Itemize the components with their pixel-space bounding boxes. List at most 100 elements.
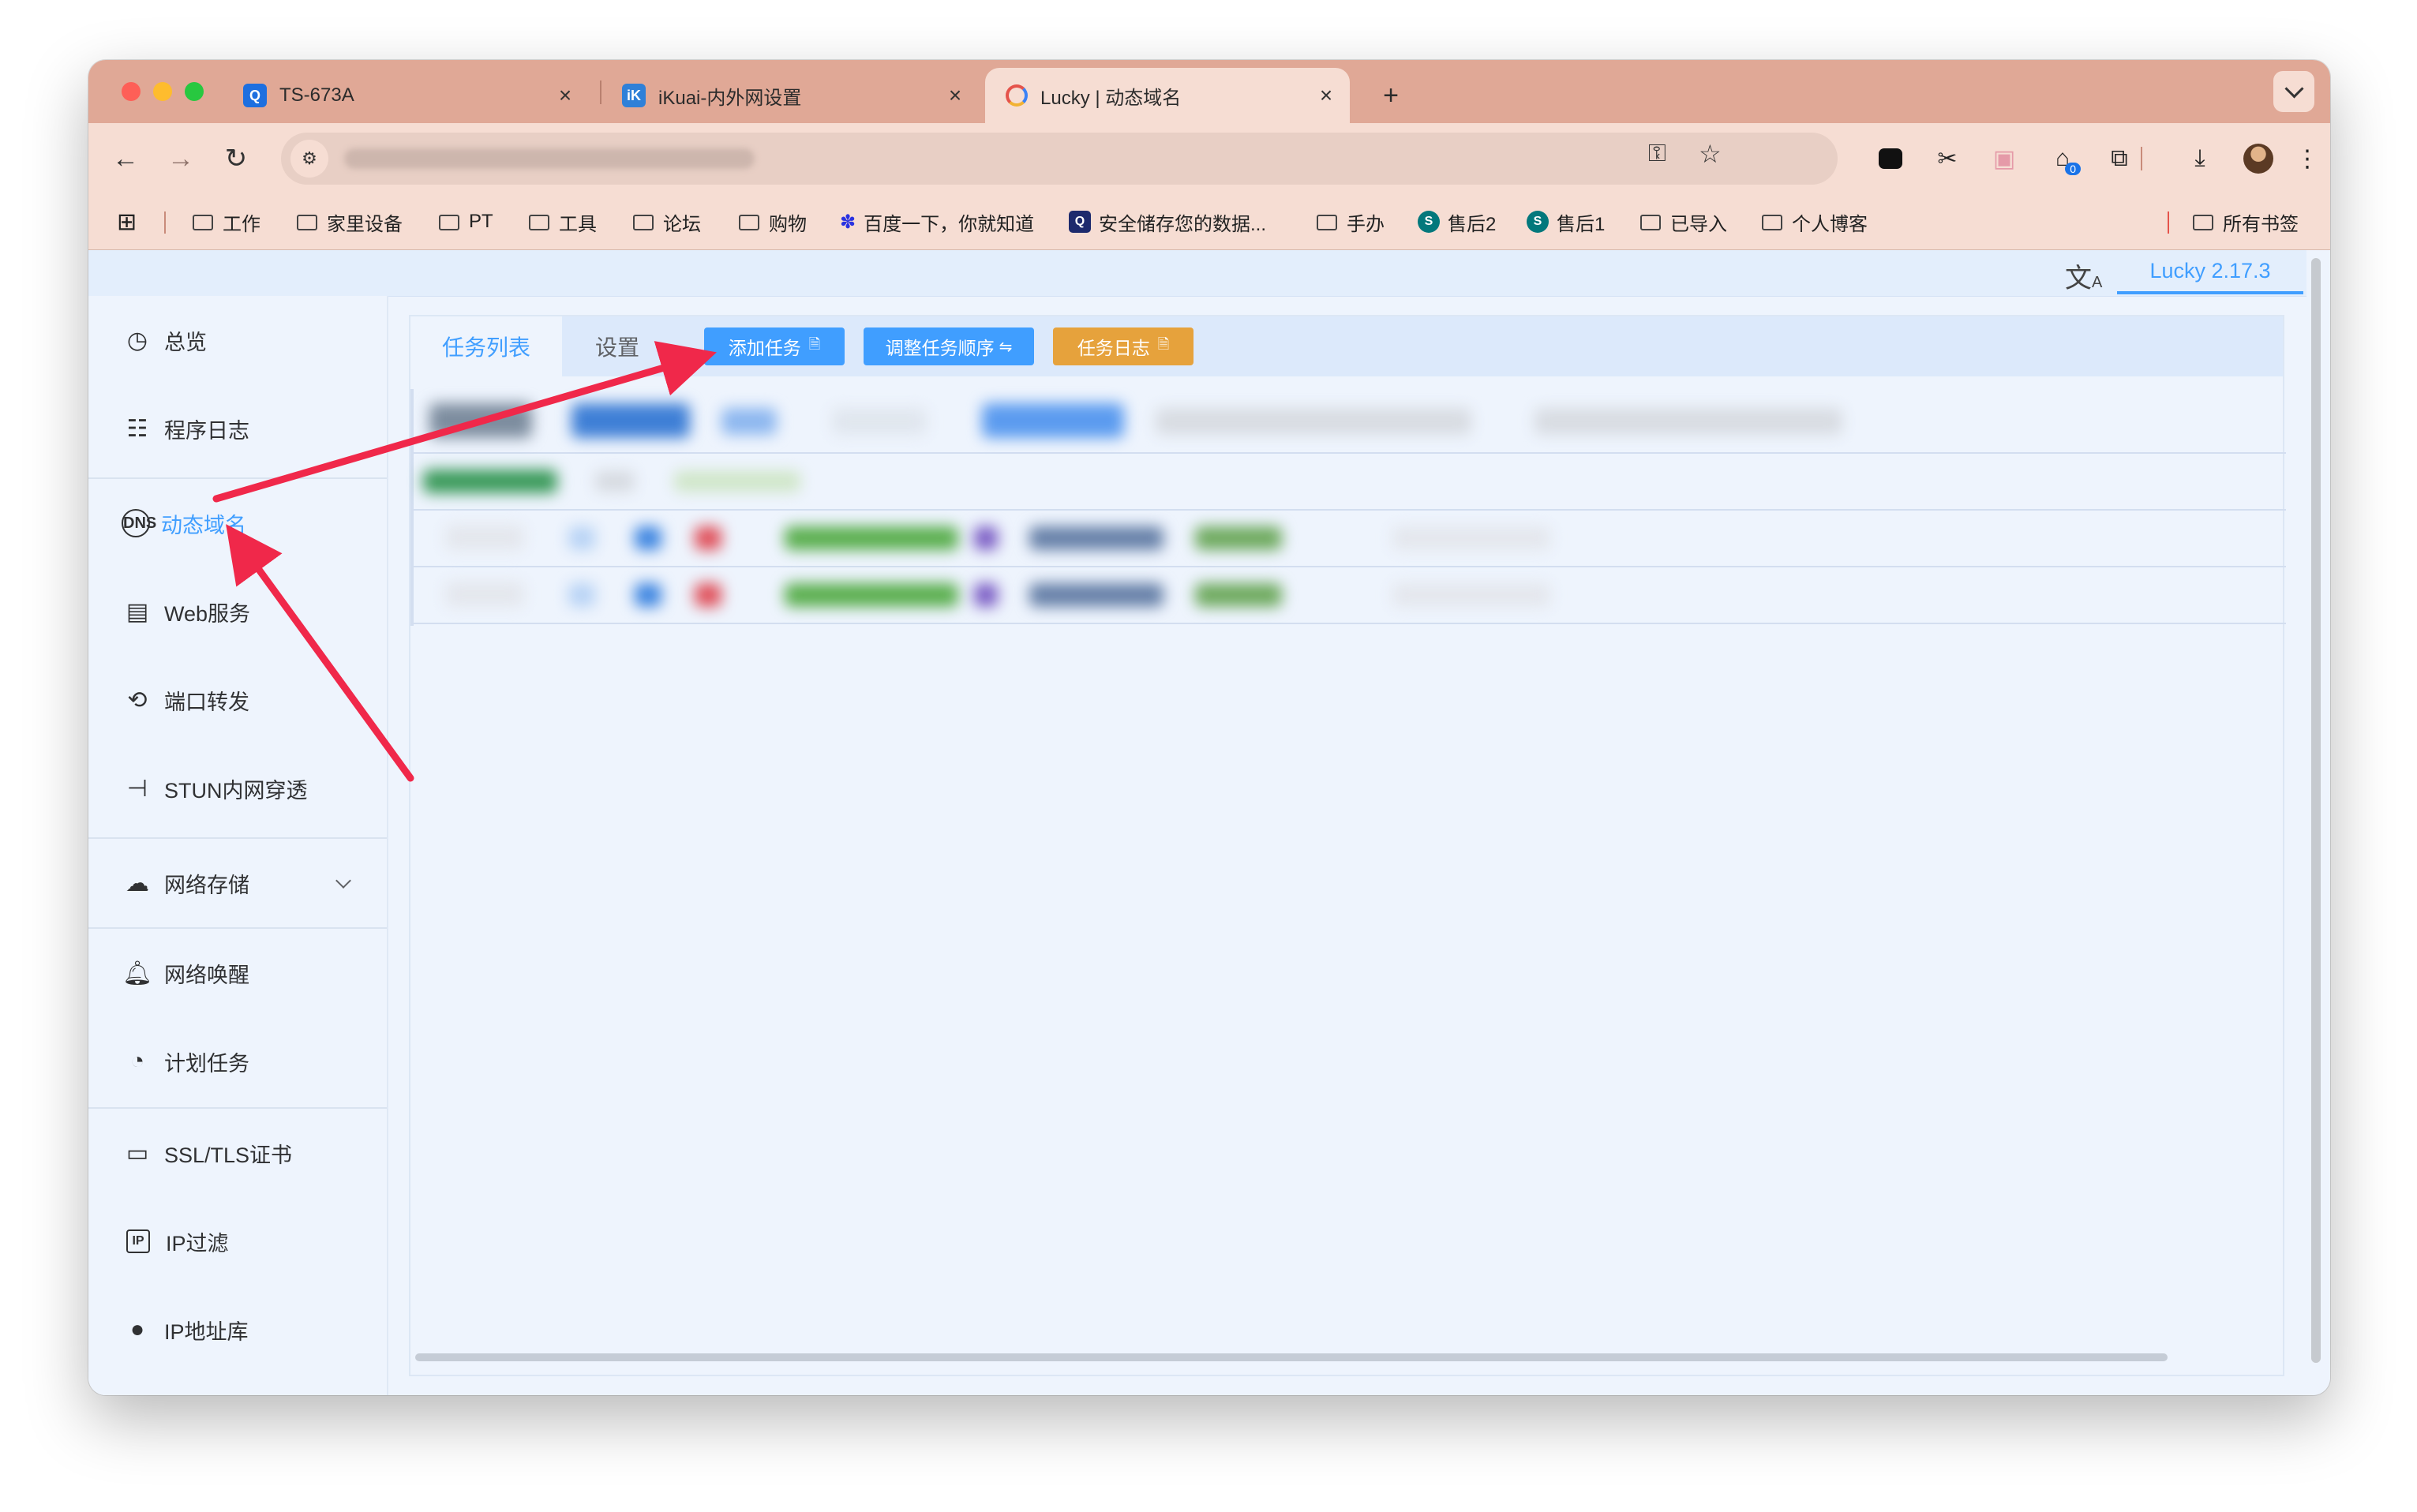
bookmark-star-icon[interactable]: ☆ bbox=[1699, 139, 1722, 169]
horizontal-scrollbar[interactable] bbox=[415, 1353, 2168, 1361]
extension-4-icon[interactable]: ⌂ 0 bbox=[2041, 137, 2084, 180]
password-key-icon[interactable]: ⚿ bbox=[1648, 140, 1666, 167]
sidebar-item-label: IP地址库 bbox=[164, 1319, 249, 1344]
sharepoint-icon: S bbox=[1418, 211, 1440, 233]
toolbar-divider bbox=[2141, 147, 2142, 170]
blur-block bbox=[1195, 526, 1282, 550]
folder-icon bbox=[1762, 215, 1782, 230]
minimize-window-button[interactable] bbox=[153, 82, 172, 101]
blur-block bbox=[785, 526, 958, 550]
version-label[interactable]: Lucky 2.17.3 bbox=[2117, 250, 2303, 294]
tab-search-button[interactable] bbox=[2273, 71, 2314, 112]
blur-block bbox=[695, 526, 721, 550]
add-task-button[interactable]: 添加任务 🗎︎ bbox=[704, 327, 845, 365]
bookmark-label: 工作 bbox=[223, 213, 260, 235]
blur-block bbox=[635, 583, 661, 607]
bookmark-folder[interactable]: 家里设备 bbox=[297, 194, 403, 249]
certificate-icon: ▭ bbox=[126, 1140, 149, 1166]
new-tab-button[interactable]: + bbox=[1367, 68, 1415, 123]
web-icon: ▤ bbox=[126, 598, 149, 625]
tab-settings[interactable]: 设置 bbox=[562, 316, 673, 376]
extensions-puzzle-icon[interactable]: ⧉ bbox=[2098, 137, 2141, 180]
lucky-icon bbox=[1006, 84, 1028, 107]
sidebar-item-ip-db[interactable]: ● IP地址库 bbox=[88, 1286, 387, 1374]
folder-icon bbox=[529, 215, 549, 230]
address-bar[interactable]: ⚙ ⚿ ☆ bbox=[281, 133, 1838, 185]
bookmark-folder[interactable]: 工作 bbox=[193, 194, 260, 249]
chevron-down-icon bbox=[2284, 78, 2304, 99]
reorder-tasks-button[interactable]: 调整任务顺序 ⇋ bbox=[864, 327, 1034, 365]
bookmark-secure-storage[interactable]: Q 安全储存您的数据... bbox=[1069, 194, 1266, 249]
site-info-icon[interactable]: ⚙ bbox=[290, 140, 328, 178]
blur-block bbox=[635, 526, 661, 550]
sidebar-item-web-service[interactable]: ▤ Web服务 bbox=[88, 567, 387, 656]
bookmark-baidu[interactable]: ✽ 百度一下，你就知道 bbox=[840, 194, 1034, 249]
sidebar-item-ssl[interactable]: ▭ SSL/TLS证书 bbox=[88, 1109, 387, 1197]
apps-grid-icon[interactable]: ⊞ bbox=[117, 194, 137, 249]
sidebar-item-label: STUN内网穿透 bbox=[164, 778, 308, 803]
blur-block bbox=[1029, 583, 1164, 607]
all-bookmarks-folder[interactable]: 所有书签 bbox=[2193, 194, 2299, 249]
browser-tab-ikuai[interactable]: iK iKuai-内外网设置 × bbox=[601, 68, 979, 123]
bookmark-shop[interactable]: S 售后1 bbox=[1527, 194, 1605, 249]
bookmark-label: 所有书签 bbox=[2223, 213, 2299, 235]
avatar[interactable] bbox=[2237, 137, 2280, 180]
close-tab-icon[interactable]: × bbox=[1310, 83, 1342, 108]
browser-tab-lucky[interactable]: Lucky | 动态域名 × bbox=[985, 68, 1350, 123]
document-add-icon: 🗎︎ bbox=[808, 336, 821, 352]
sidebar-item-ddns[interactable]: DNS 动态域名 bbox=[88, 479, 387, 567]
bookmark-folder[interactable]: PT bbox=[439, 194, 493, 249]
button-label: 任务日志 bbox=[1077, 338, 1150, 358]
sidebar: ◷ 总览 ☷ 程序日志 DNS 动态域名 ▤ Web服务 ⟲ 端口转发 ⊣ STUN内网穿透… bbox=[88, 296, 388, 1395]
sidebar-item-scheduled-tasks[interactable]: ◔ 计划任务 bbox=[88, 1017, 387, 1106]
bookmark-folder[interactable]: 手办 bbox=[1317, 194, 1385, 249]
browser-toolbar: ← → ↻ ⚙ ⚿ ☆ ✂ ▣ ⌂ 0 ⧉ ⤓ ⋮ bbox=[88, 123, 2330, 194]
translate-icon[interactable]: 文A bbox=[2065, 256, 2102, 295]
bookmark-shop[interactable]: S 售后2 bbox=[1418, 194, 1496, 249]
sidebar-item-network-storage[interactable]: ☁ 网络存储 bbox=[88, 839, 387, 927]
sidebar-item-stun[interactable]: ⊣ STUN内网穿透 bbox=[88, 744, 387, 833]
bookmark-label: 售后2 bbox=[1448, 213, 1497, 235]
menu-kebab-icon[interactable]: ⋮ bbox=[2286, 137, 2329, 180]
download-icon[interactable]: ⤓ bbox=[2179, 137, 2221, 180]
reload-button[interactable]: ↻ bbox=[215, 137, 257, 180]
maximize-window-button[interactable] bbox=[185, 82, 204, 101]
close-tab-icon[interactable]: × bbox=[939, 83, 971, 108]
tab-title: iKuai-内外网设置 bbox=[658, 87, 802, 109]
extension-3-icon[interactable]: ▣ bbox=[1983, 137, 2025, 180]
bookmark-label: 论坛 bbox=[663, 213, 701, 235]
bookmark-folder[interactable]: 工具 bbox=[529, 194, 597, 249]
bookmark-folder[interactable]: 论坛 bbox=[633, 194, 701, 249]
sidebar-item-label: 程序日志 bbox=[164, 418, 249, 443]
cloud-icon: ☁ bbox=[126, 870, 149, 896]
vertical-scrollbar[interactable] bbox=[2308, 250, 2324, 1387]
ip-db-icon: ● bbox=[129, 1316, 145, 1342]
bookmark-folder[interactable]: 购物 bbox=[739, 194, 807, 249]
extension-1-icon[interactable] bbox=[1869, 137, 1912, 180]
task-row bbox=[414, 389, 2286, 454]
bookmark-folder[interactable]: 已导入 bbox=[1640, 194, 1727, 249]
bookmark-label: 安全储存您的数据... bbox=[1099, 213, 1267, 235]
sidebar-item-logs[interactable]: ☷ 程序日志 bbox=[88, 384, 387, 473]
sort-icon: ⇋ bbox=[999, 338, 1013, 356]
tab-task-list[interactable]: 任务列表 bbox=[410, 316, 562, 376]
chevron-down-icon bbox=[335, 873, 351, 889]
dashboard-icon: ◷ bbox=[126, 327, 148, 354]
forward-button[interactable]: → bbox=[159, 137, 202, 180]
bookmark-label: 家里设备 bbox=[327, 213, 403, 235]
close-window-button[interactable] bbox=[122, 82, 141, 101]
close-tab-icon[interactable]: × bbox=[549, 83, 581, 108]
bookmark-label: 百度一下，你就知道 bbox=[864, 213, 1035, 235]
folder-icon bbox=[2193, 215, 2213, 230]
sidebar-item-wake-on-lan[interactable]: 🔔︎ 网络唤醒 bbox=[88, 929, 387, 1017]
sidebar-item-ip-filter[interactable]: IP IP过滤 bbox=[88, 1197, 387, 1286]
sidebar-item-port-forward[interactable]: ⟲ 端口转发 bbox=[88, 656, 387, 744]
bookmark-folder[interactable]: 个人博客 bbox=[1762, 194, 1868, 249]
scrollbar-thumb[interactable] bbox=[2311, 258, 2321, 1363]
browser-tab-qnap[interactable]: Q TS-673A × bbox=[223, 68, 589, 123]
extension-2-icon[interactable]: ✂ bbox=[1926, 137, 1969, 180]
back-button[interactable]: ← bbox=[104, 137, 147, 180]
blur-block bbox=[1156, 408, 1471, 435]
sidebar-item-overview[interactable]: ◷ 总览 bbox=[88, 296, 387, 384]
task-log-button[interactable]: 任务日志 🗎︎ bbox=[1053, 327, 1194, 365]
